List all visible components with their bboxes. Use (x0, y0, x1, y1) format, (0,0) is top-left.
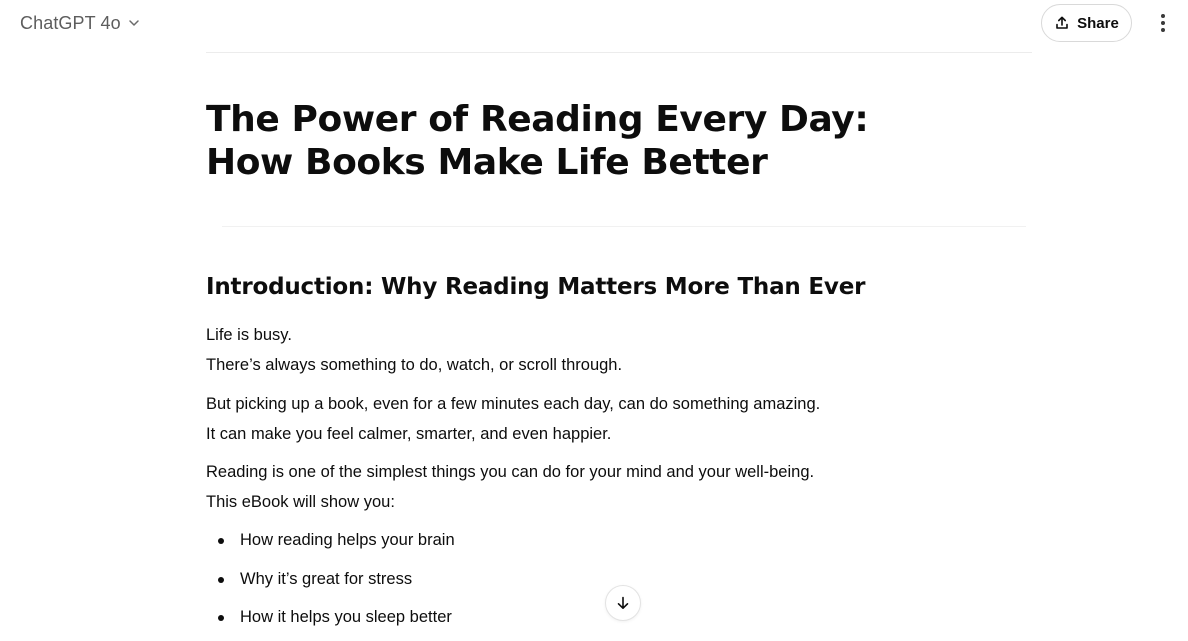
paragraph: It can make you feel calmer, smarter, an… (206, 425, 612, 443)
model-switcher[interactable]: ChatGPT 4o (12, 8, 149, 38)
chevron-down-icon (127, 16, 141, 30)
top-bar: ChatGPT 4o Share (0, 0, 1188, 46)
paragraph: Life is busy. (206, 326, 292, 344)
list-item: Why it’s great for stress (206, 564, 455, 603)
scroll-to-bottom-button[interactable] (605, 585, 641, 621)
article-title: The Power of Reading Every Day: How Book… (206, 99, 869, 183)
paragraph: This eBook will show you: (206, 493, 395, 511)
section-divider (222, 226, 1026, 227)
section-heading: Introduction: Why Reading Matters More T… (206, 274, 866, 300)
more-options-button[interactable] (1150, 9, 1176, 37)
arrow-down-icon (615, 595, 631, 611)
share-button[interactable]: Share (1041, 4, 1132, 42)
model-name: ChatGPT 4o (20, 12, 121, 33)
list-item: How reading helps your brain (206, 525, 455, 564)
more-vertical-icon (1160, 13, 1166, 33)
bullet-list: How reading helps your brain Why it’s gr… (206, 525, 455, 641)
share-label: Share (1077, 14, 1119, 32)
header-divider (206, 52, 1032, 53)
list-item: How it helps you sleep better (206, 602, 455, 641)
paragraph: But picking up a book, even for a few mi… (206, 395, 821, 413)
upload-icon (1054, 15, 1070, 31)
paragraph: There’s always something to do, watch, o… (206, 356, 623, 374)
paragraph: Reading is one of the simplest things yo… (206, 463, 815, 481)
